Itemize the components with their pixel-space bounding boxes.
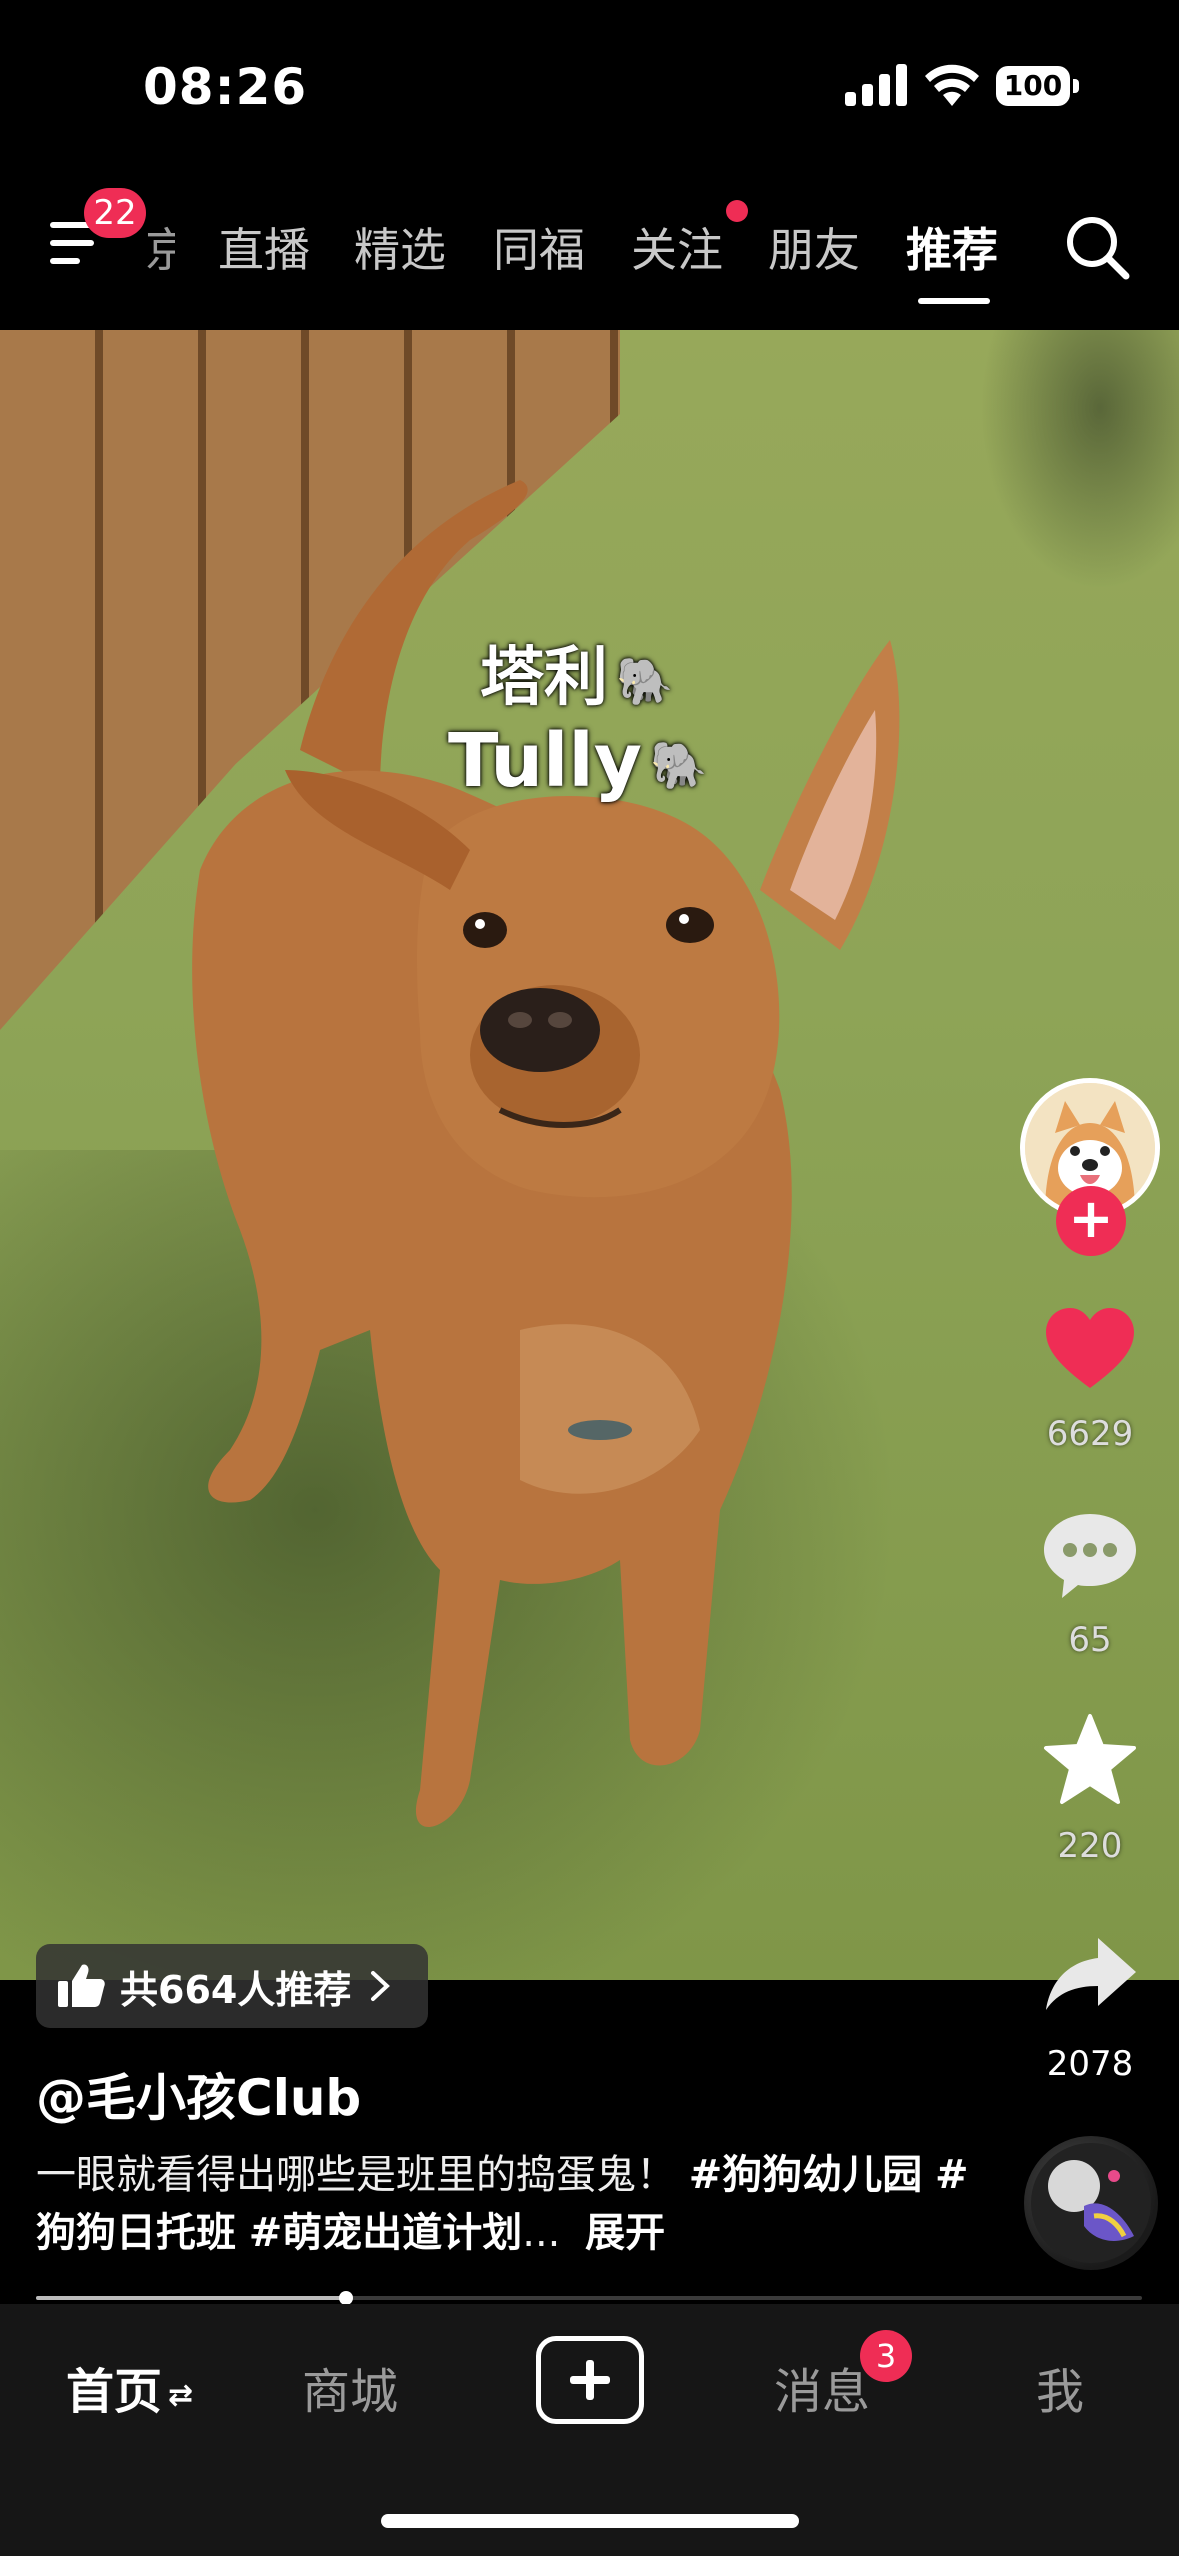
hashtag[interactable]: #萌宠出道计划 bbox=[249, 2210, 523, 2256]
overlay-title-en-text: Tully bbox=[448, 718, 642, 804]
video-overlay-title-cn: 塔利 🐘 bbox=[480, 626, 673, 718]
recommend-count-text: 共664人推荐 bbox=[120, 1967, 352, 2012]
music-cover-image bbox=[1031, 2143, 1151, 2263]
following-new-dot bbox=[726, 200, 748, 222]
video-progress-fill bbox=[36, 2296, 346, 2300]
tab-recommend[interactable]: 推荐 bbox=[906, 214, 998, 280]
comment-count: 65 bbox=[1068, 1620, 1112, 1660]
tab-home[interactable]: 首页 ⇄ bbox=[66, 2352, 193, 2422]
elephant-emoji: 🐘 bbox=[616, 653, 674, 708]
recommend-count-chip[interactable]: 共664人推荐 bbox=[36, 1944, 428, 2028]
overlay-title-cn-text: 塔利 bbox=[480, 641, 608, 715]
video-progress-knob[interactable] bbox=[338, 2291, 353, 2305]
status-time: 08:26 bbox=[143, 58, 308, 116]
dog-image bbox=[192, 480, 900, 1828]
cellular-signal-icon bbox=[845, 64, 907, 106]
share-arrow-icon[interactable] bbox=[1040, 1928, 1140, 2028]
swap-icon: ⇄ bbox=[168, 2377, 194, 2413]
comment-icon[interactable] bbox=[1040, 1506, 1140, 1606]
expand-caption-button[interactable]: 展开 bbox=[585, 2210, 665, 2256]
video-progress-bar[interactable] bbox=[36, 2291, 1142, 2305]
hashtag[interactable]: #狗狗幼儿园 bbox=[689, 2152, 923, 2198]
tab-messages[interactable]: 消息 bbox=[774, 2352, 870, 2422]
create-post-button[interactable] bbox=[536, 2336, 644, 2424]
follow-author-button[interactable]: + bbox=[1056, 1186, 1126, 1256]
video-overlay-title-en: Tully 🐘 bbox=[448, 718, 707, 804]
battery-tip bbox=[1073, 79, 1079, 93]
plus-icon bbox=[570, 2360, 610, 2400]
share-count: 2078 bbox=[1046, 2044, 1134, 2084]
tab-mall[interactable]: 商城 bbox=[302, 2352, 398, 2422]
tab-home-label: 首页 bbox=[66, 2364, 163, 2420]
menu-notification-badge: 22 bbox=[84, 188, 146, 238]
active-tab-indicator bbox=[918, 298, 990, 304]
search-icon[interactable] bbox=[1064, 214, 1130, 280]
tab-live[interactable]: 直播 bbox=[218, 214, 310, 280]
author-name[interactable]: @毛小孩Club bbox=[36, 2058, 361, 2130]
messages-badge: 3 bbox=[860, 2330, 912, 2382]
tab-city[interactable]: 同福 bbox=[493, 214, 585, 280]
caption-text: 一眼就看得出哪些是班里的捣蛋鬼！ bbox=[36, 2152, 689, 2198]
music-disc[interactable] bbox=[1024, 2136, 1158, 2270]
wifi-icon bbox=[925, 64, 979, 106]
star-icon[interactable] bbox=[1040, 1710, 1140, 1810]
like-count: 6629 bbox=[1046, 1414, 1134, 1454]
video-player[interactable]: 塔利 🐘 Tully 🐘 bbox=[0, 330, 1179, 1980]
heart-icon[interactable] bbox=[1040, 1300, 1140, 1400]
chevron-right-icon bbox=[371, 1971, 391, 2001]
battery-icon: 100 bbox=[996, 66, 1080, 108]
elephant-emoji: 🐘 bbox=[650, 737, 708, 792]
tab-partial[interactable]: 京 bbox=[145, 214, 175, 280]
thumbs-up-icon bbox=[58, 1964, 105, 2007]
favorite-count: 220 bbox=[1057, 1826, 1123, 1866]
tab-me[interactable]: 我 bbox=[1036, 2352, 1084, 2422]
battery-level: 100 bbox=[996, 66, 1070, 106]
tab-friends[interactable]: 朋友 bbox=[768, 214, 860, 280]
home-indicator[interactable] bbox=[381, 2514, 799, 2528]
post-caption[interactable]: 一眼就看得出哪些是班里的捣蛋鬼！ #狗狗幼儿园 #狗狗日托班 #萌宠出道计划..… bbox=[36, 2146, 996, 2262]
tab-featured[interactable]: 精选 bbox=[354, 214, 446, 280]
tab-following[interactable]: 关注 bbox=[631, 214, 723, 280]
caption-ellipsis: ... bbox=[522, 2210, 561, 2256]
